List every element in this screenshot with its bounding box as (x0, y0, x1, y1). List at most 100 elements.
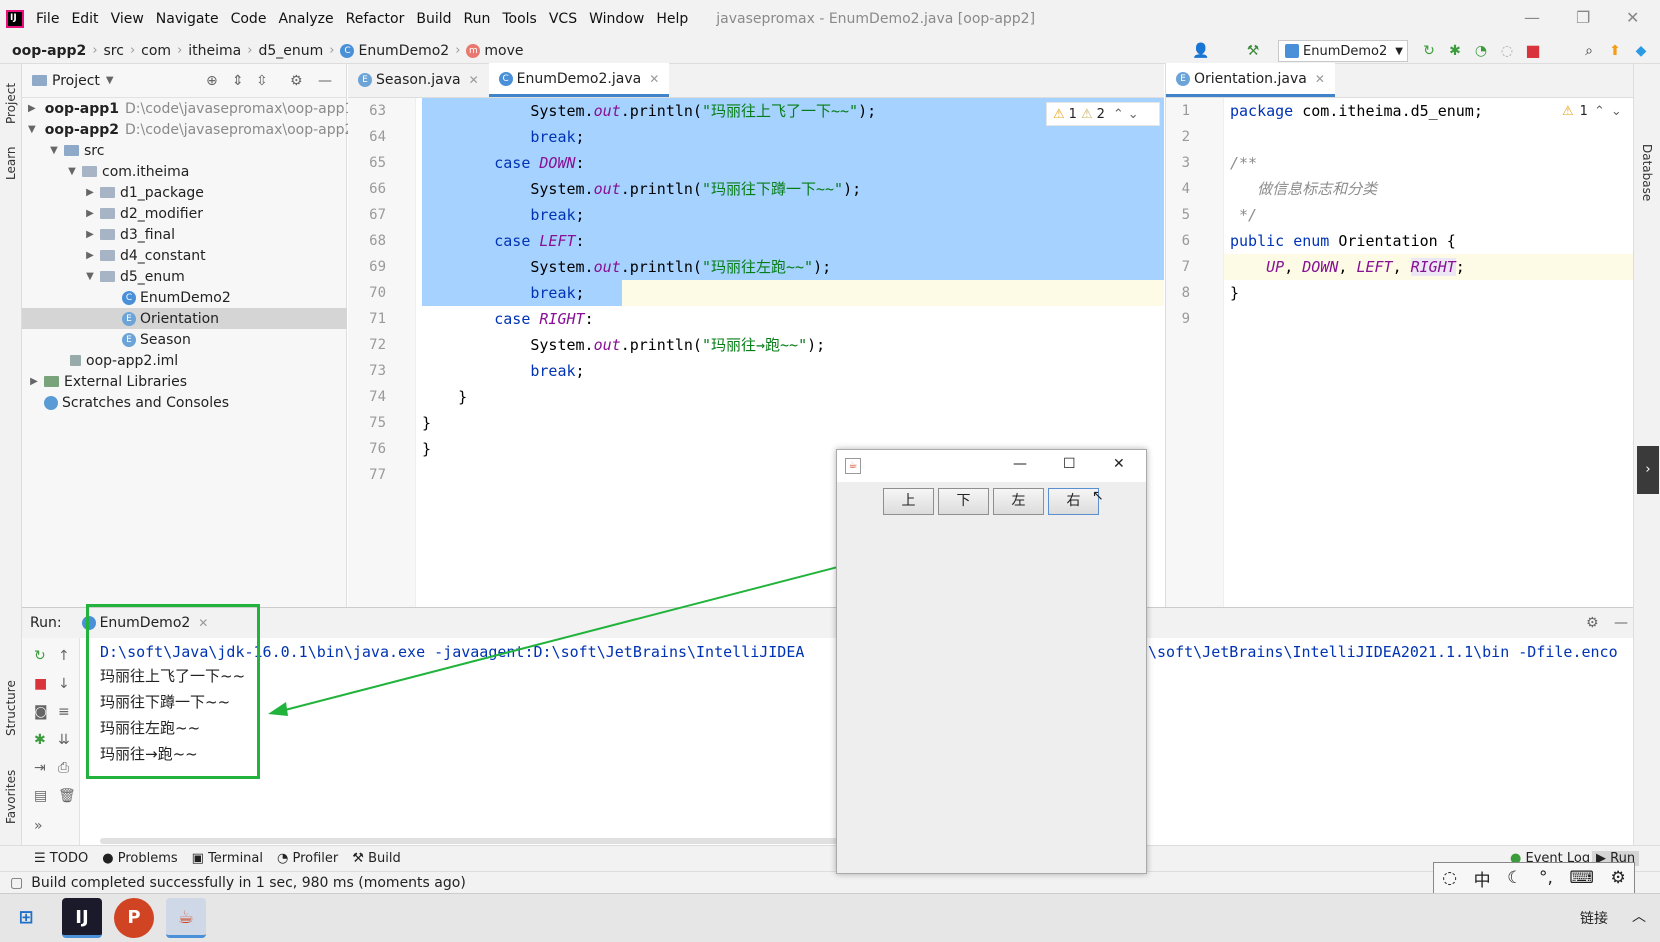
tree-item-package[interactable]: ▶ d3_final (22, 224, 347, 245)
tool-structure-tab[interactable]: Structure (4, 680, 18, 736)
menu-edit[interactable]: Edit (65, 11, 104, 27)
menu-vcs[interactable]: VCS (543, 11, 583, 27)
tree-item-enum[interactable]: E Season (22, 329, 347, 350)
layout-icon[interactable]: ▤ (34, 788, 47, 804)
hide-icon[interactable]: — (1614, 615, 1628, 631)
punctuation-icon[interactable]: °, (1539, 868, 1553, 888)
arrow-down-icon[interactable]: ↓ (58, 676, 70, 692)
more-icon[interactable]: » (34, 818, 43, 834)
moon-icon[interactable]: ☾ (1507, 868, 1522, 888)
inspection-widget[interactable]: ⚠ 1 ⌃ ⌄ (1562, 104, 1622, 119)
tool-problems[interactable]: ● Problems (102, 851, 177, 866)
menu-code[interactable]: Code (225, 11, 273, 27)
tool-favorites-tab[interactable]: Favorites (4, 770, 18, 824)
tree-item-class[interactable]: C EnumDemo2 (22, 287, 347, 308)
code-line[interactable]: } (422, 436, 431, 462)
close-window-icon[interactable]: ✕ (1626, 8, 1639, 27)
chevron-down-icon[interactable]: ▼ (84, 271, 96, 282)
code-line[interactable]: 做信息标志和分类 (1230, 176, 1377, 202)
tab-season-java[interactable]: E Season.java ✕ (348, 63, 489, 97)
build-hammer-icon[interactable]: ⚒ (1244, 42, 1262, 60)
breadcrumb-com[interactable]: com (137, 43, 175, 59)
tree-item-iml[interactable]: oop-app2.iml (22, 350, 347, 371)
tree-item-package[interactable]: ▶ d1_package (22, 182, 347, 203)
code-line[interactable]: case LEFT: (422, 228, 584, 254)
inspection-widget[interactable]: ⚠ 1 ⚠ 2 ⌃ ⌄ (1046, 102, 1160, 126)
ime-logo-icon[interactable]: ◌ (1442, 868, 1457, 888)
print-icon[interactable]: ⎙ (58, 760, 69, 776)
close-tab-icon[interactable]: ✕ (469, 73, 479, 87)
windows-start-icon[interactable]: ⊞ (6, 898, 46, 938)
code-line[interactable]: System.out.println("玛丽往左跑~~"); (422, 254, 831, 280)
code-line[interactable]: */ (1230, 202, 1257, 228)
chevron-right-icon[interactable]: ▶ (84, 187, 96, 198)
code-line[interactable]: } (1230, 280, 1239, 306)
ime-mode[interactable]: 中 (1474, 866, 1491, 891)
code-line[interactable]: } (422, 410, 431, 436)
chevron-right-icon[interactable]: ▶ (28, 103, 36, 114)
code-line[interactable]: System.out.println("玛丽往上飞了一下~~"); (422, 98, 876, 124)
chevron-down-icon[interactable]: ▼ (28, 124, 36, 135)
tree-item-oop-app1[interactable]: ▶ oop-app1 D:\code\javasepromax\oop-app1 (22, 98, 353, 119)
tool-project-tab[interactable]: Project (4, 83, 18, 124)
breadcrumb-project[interactable]: oop-app2 (8, 43, 90, 59)
tab-enumdemo2-java[interactable]: C EnumDemo2.java ✕ (488, 63, 670, 97)
menu-navigate[interactable]: Navigate (150, 11, 225, 27)
rerun-icon[interactable]: ↻ (34, 648, 46, 664)
menu-build[interactable]: Build (410, 11, 457, 27)
locate-icon[interactable]: ⊕ (206, 73, 218, 89)
breadcrumb-src[interactable]: src (100, 43, 128, 59)
java-window-titlebar[interactable]: ☕ — ☐ ✕ (837, 450, 1146, 482)
chevron-right-icon[interactable]: › (1637, 446, 1659, 494)
menu-analyze[interactable]: Analyze (272, 11, 339, 27)
tab-orientation-java[interactable]: E Orientation.java ✕ (1166, 63, 1335, 97)
gear-icon[interactable]: ⚙ (1610, 868, 1625, 888)
powerpoint-taskbar-icon[interactable]: P (114, 898, 154, 938)
tool-database-tab[interactable]: Database (1640, 144, 1654, 201)
scroll-to-end-icon[interactable]: ⇊ (58, 732, 70, 748)
search-icon[interactable]: ⌕ (1580, 42, 1598, 60)
stop-icon[interactable]: ■ (34, 676, 47, 692)
menu-file[interactable]: File (30, 11, 65, 27)
close-window-icon[interactable]: ✕ (1113, 456, 1125, 472)
debug-icon[interactable]: ✱ (1446, 42, 1464, 60)
tree-item-scratches[interactable]: Scratches and Consoles (22, 392, 347, 413)
code-line[interactable]: System.out.println("玛丽往→跑~~"); (422, 332, 825, 358)
down-button[interactable]: 下 (938, 488, 989, 515)
code-line[interactable]: UP, DOWN, LEFT, RIGHT; (1230, 254, 1465, 280)
chevron-right-icon[interactable]: ▶ (84, 229, 96, 240)
expand-all-icon[interactable]: ⇕ (232, 73, 244, 89)
hide-icon[interactable]: — (318, 73, 332, 89)
code-line[interactable]: break; (422, 124, 584, 150)
arrow-up-icon[interactable]: ↑ (58, 648, 70, 664)
tree-item-src[interactable]: ▼ src (22, 140, 347, 161)
tool-profiler[interactable]: ◔ Profiler (277, 851, 338, 866)
update-icon[interactable]: ⬆ (1606, 42, 1624, 60)
status-indicator-icon[interactable]: ▢ (10, 875, 23, 891)
breadcrumb-method[interactable]: m move (462, 43, 527, 59)
close-tab-icon[interactable]: ✕ (1315, 72, 1325, 86)
menu-tools[interactable]: Tools (496, 11, 543, 27)
code-line[interactable]: case DOWN: (422, 150, 584, 176)
run-configuration-select[interactable]: EnumDemo2 ▼ (1278, 40, 1408, 62)
tray-text[interactable]: 链接 (1580, 908, 1608, 928)
menu-run[interactable]: Run (458, 11, 497, 27)
tree-item-package[interactable]: ▶ d4_constant (22, 245, 347, 266)
code-line[interactable]: break; (422, 358, 584, 384)
tree-item-package[interactable]: ▼ com.itheima (22, 161, 347, 182)
horizontal-scrollbar[interactable] (100, 838, 858, 844)
code-line[interactable]: break; (422, 202, 584, 228)
plugin-icon[interactable]: ◆ (1632, 42, 1650, 60)
code-line[interactable]: System.out.println("玛丽往下蹲一下~~"); (422, 176, 861, 202)
chevron-right-icon[interactable]: ▶ (84, 250, 96, 261)
tree-item-external-libraries[interactable]: ▶ External Libraries (22, 371, 347, 392)
tool-terminal[interactable]: ▣ Terminal (192, 851, 263, 866)
tree-item-enum-selected[interactable]: E Orientation (22, 308, 347, 329)
chevron-down-icon[interactable]: ▼ (48, 145, 60, 156)
chevron-up-icon[interactable]: ⌃ (1594, 104, 1605, 119)
java-taskbar-icon[interactable]: ☕ (166, 898, 206, 938)
restore-window-icon[interactable]: ❐ (1576, 8, 1590, 27)
chevron-down-icon[interactable]: ⌄ (1128, 107, 1139, 122)
tree-item-oop-app2[interactable]: ▼ oop-app2 D:\code\javasepromax\oop-app2 (22, 119, 353, 140)
trash-icon[interactable]: 🗑 (58, 788, 76, 804)
